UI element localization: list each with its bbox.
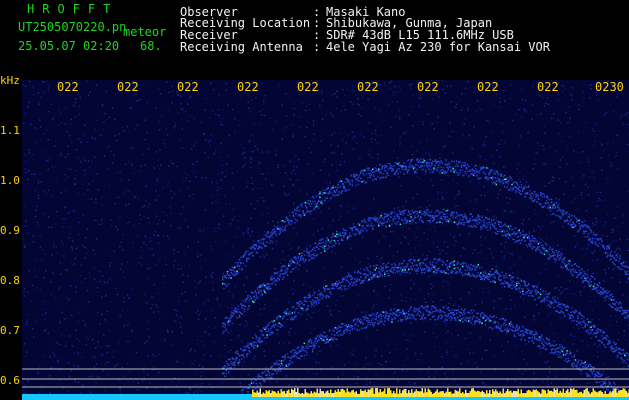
x-tick-label: 022 bbox=[117, 80, 139, 94]
file-name: UT2505070220.pn bbox=[18, 20, 127, 34]
y-tick-label: 0.9 bbox=[0, 224, 20, 237]
antenna-value: 4ele Yagi Az 230 for Kansai VOR bbox=[326, 40, 550, 54]
antenna-label: Receiving Antenna bbox=[180, 40, 303, 54]
spectrogram-background bbox=[22, 80, 629, 400]
y-tick-label: 1.0 bbox=[0, 174, 20, 187]
y-tick-label: 0.7 bbox=[0, 324, 20, 337]
y-tick-label: 0.8 bbox=[0, 274, 20, 287]
x-tick-label: 022 bbox=[237, 80, 259, 94]
x-tick-label: 022 bbox=[357, 80, 379, 94]
x-tick-label: 022 bbox=[477, 80, 499, 94]
y-tick-label: 1.1 bbox=[0, 124, 20, 137]
date-time: 25.05.07 02:20 bbox=[18, 39, 120, 53]
spectrogram-svg bbox=[22, 80, 629, 400]
level-value: 68. bbox=[140, 39, 162, 53]
y-axis-unit: kHz bbox=[0, 74, 20, 87]
antenna-sep: : bbox=[313, 40, 321, 54]
file-suffix: meteor bbox=[123, 25, 167, 39]
x-tick-label: 022 bbox=[57, 80, 79, 94]
x-tick-label: 0230 bbox=[595, 80, 624, 94]
x-tick-label: 022 bbox=[417, 80, 439, 94]
spectrogram-plot bbox=[22, 80, 629, 400]
x-tick-label: 022 bbox=[297, 80, 319, 94]
x-tick-label: 022 bbox=[177, 80, 199, 94]
y-tick-label: 0.6 bbox=[0, 374, 20, 387]
hrofft-window: HROFFT UT2505070220.pn meteor 25.05.07 0… bbox=[0, 0, 629, 400]
x-tick-label: 022 bbox=[537, 80, 559, 94]
brand-title: HROFFT bbox=[27, 2, 119, 16]
